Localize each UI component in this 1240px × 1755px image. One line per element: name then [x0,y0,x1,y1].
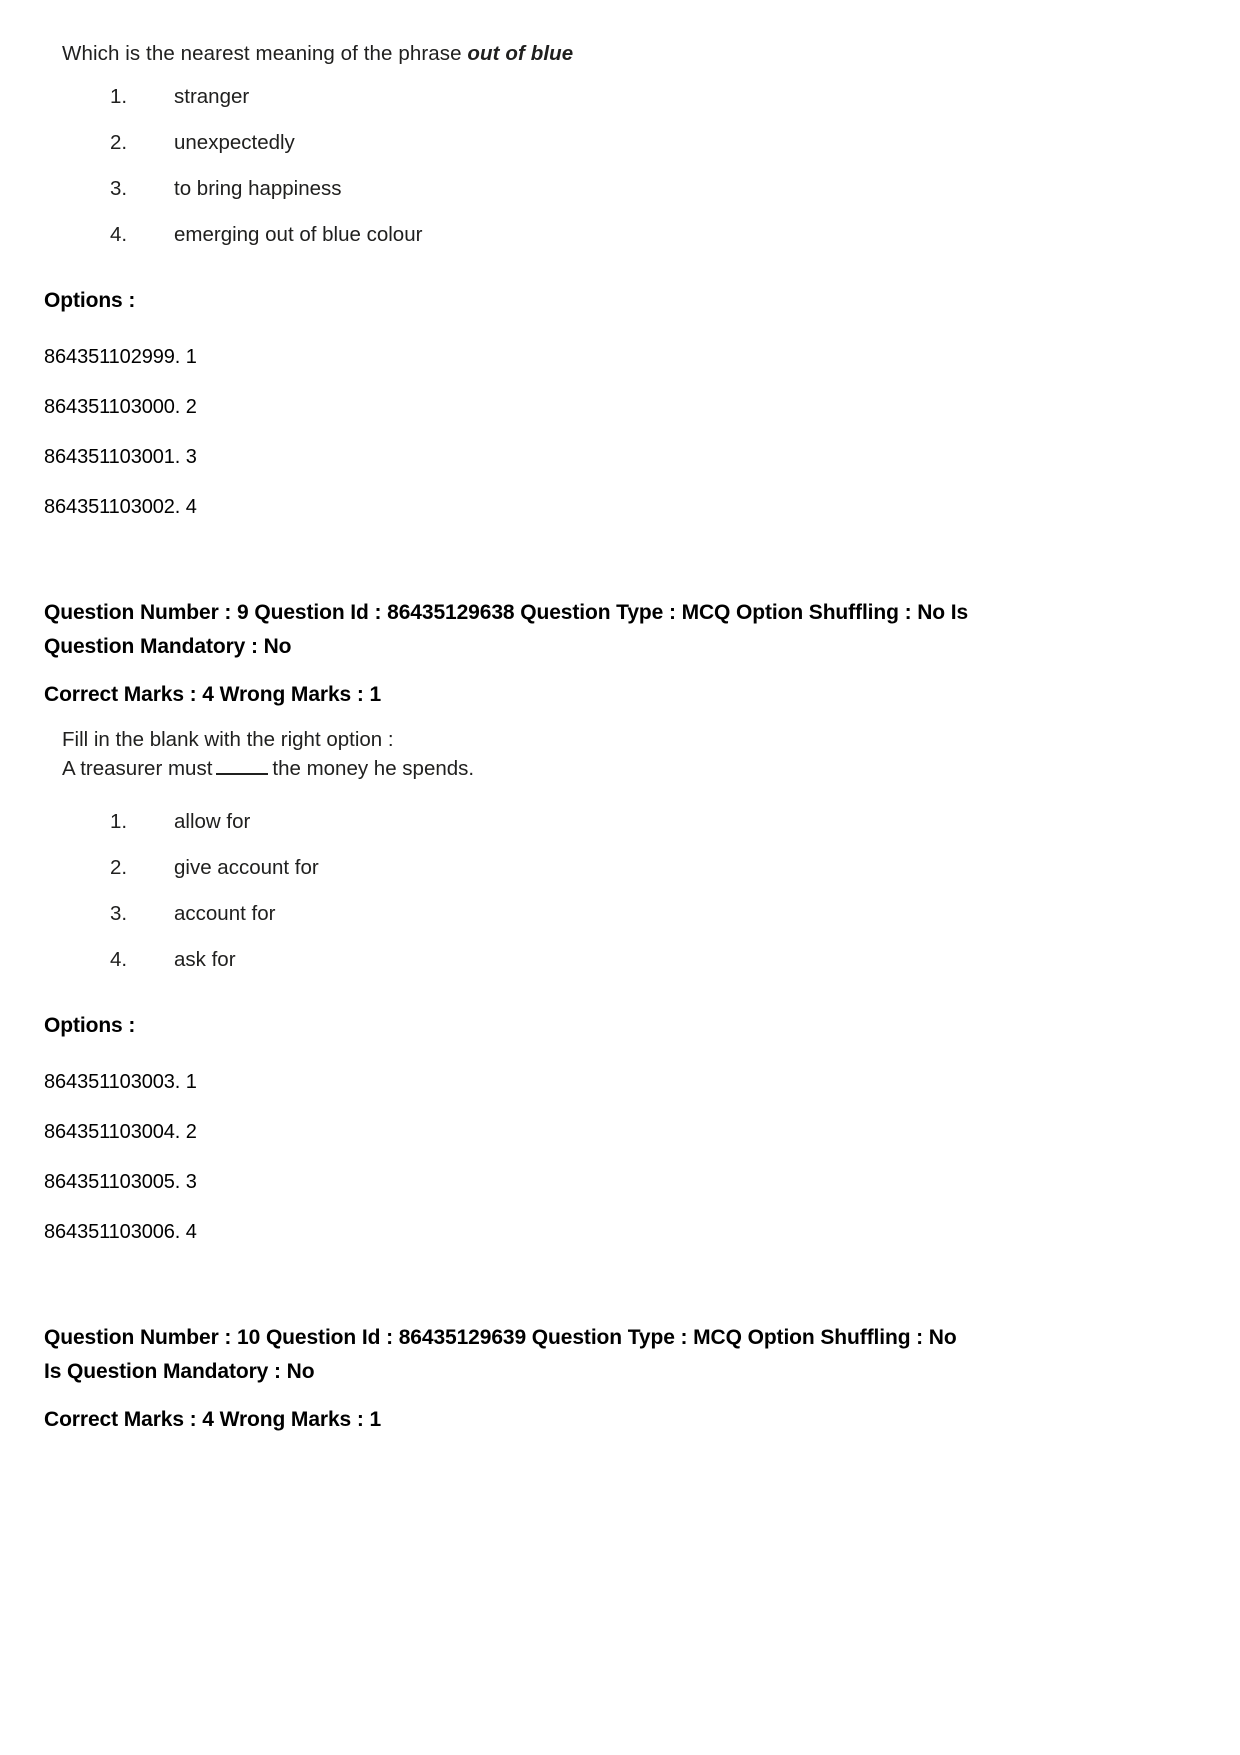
question-9-option-id-1: 864351103003. 1 [44,1071,197,1094]
question-9-sentence-after-blank: the money he spends. [272,757,475,781]
question-9-marks: Correct Marks : 4 Wrong Marks : 1 [44,682,382,706]
question-9-choice-1[interactable]: 1. allow for [44,799,1196,845]
choice-number: 3. [110,902,128,926]
question-8-choice-2[interactable]: 2. unexpectedly [44,120,1196,166]
question-10-header-line-2: Is Question Mandatory : No [44,1360,315,1384]
choice-text: allow for [174,810,251,834]
question-10-header: Question Number : 10 Question Id : 86435… [44,1321,1196,1389]
question-9-header-line-1: Question Number : 9 Question Id : 864351… [44,600,969,624]
choice-number: 4. [110,948,128,972]
question-9-option-id-2: 864351103004. 2 [44,1121,197,1144]
fill-in-blank [216,759,269,776]
page-content: Which is the nearest meaning of the phra… [0,0,1240,1437]
question-9-choice-4[interactable]: 4. ask for [44,937,1196,983]
question-block-8: Which is the nearest meaning of the phra… [44,40,1196,532]
question-9-header-line-2: Question Mandatory : No [44,634,292,658]
question-8-option-id-3: 864351103001. 3 [44,445,197,468]
question-8-choice-list: 1. stranger 2. unexpectedly 3. to bring … [44,74,1196,258]
question-9-instruction: Fill in the blank with the right option … [62,727,394,751]
question-8-option-id-1: 864351102999. 1 [44,345,197,368]
question-9-choice-2[interactable]: 2. give account for [44,845,1196,891]
choice-text: account for [174,902,276,926]
choice-number: 1. [110,810,128,834]
choice-text: ask for [174,948,236,972]
question-10-header-line-1: Question Number : 10 Question Id : 86435… [44,1326,957,1350]
question-8-options-label: Options : [44,288,136,312]
question-8-body: Which is the nearest meaning of the phra… [44,40,1196,258]
choice-number: 3. [110,176,128,200]
choice-text: unexpectedly [174,130,295,154]
choice-number: 2. [110,130,128,154]
question-8-choice-1[interactable]: 1. stranger [44,74,1196,120]
choice-number: 2. [110,856,128,880]
question-block-10: Question Number : 10 Question Id : 86435… [44,1321,1196,1437]
question-9-choice-3[interactable]: 3. account for [44,891,1196,937]
question-8-stem-emphasis: out of blue [467,42,574,65]
question-8-choice-3[interactable]: 3. to bring happiness [44,166,1196,212]
choice-text: to bring happiness [174,176,342,200]
question-9-choice-list: 1. allow for 2. give account for 3. acco… [44,799,1196,983]
choice-number: 1. [110,84,128,108]
question-9-sentence-before-blank: A treasurer must [62,757,213,781]
question-9-options-label: Options : [44,1014,136,1038]
choice-number: 4. [110,222,128,246]
question-9-body: Fill in the blank with the right option … [44,712,1196,983]
choice-text: stranger [174,84,250,108]
question-9-option-id-3: 864351103005. 3 [44,1171,197,1194]
question-9-sentence: A treasurer must the money he spends. [62,755,1196,783]
question-separator [44,532,1196,596]
choice-text: emerging out of blue colour [174,222,423,246]
question-8-stem: Which is the nearest meaning of the phra… [62,40,1196,68]
question-8-option-id-2: 864351103000. 2 [44,395,197,418]
question-10-marks: Correct Marks : 4 Wrong Marks : 1 [44,1408,382,1432]
question-9-option-id-4: 864351103006. 4 [44,1221,197,1244]
question-9-header: Question Number : 9 Question Id : 864351… [44,596,1196,664]
question-separator [44,1257,1196,1321]
choice-text: give account for [174,856,319,880]
document-page: Which is the nearest meaning of the phra… [0,0,1240,1755]
question-block-9: Question Number : 9 Question Id : 864351… [44,596,1196,1257]
question-8-stem-prefix: Which is the nearest meaning of the phra… [62,42,468,65]
question-8-choice-4[interactable]: 4. emerging out of blue colour [44,212,1196,258]
question-8-option-id-4: 864351103002. 4 [44,495,197,518]
